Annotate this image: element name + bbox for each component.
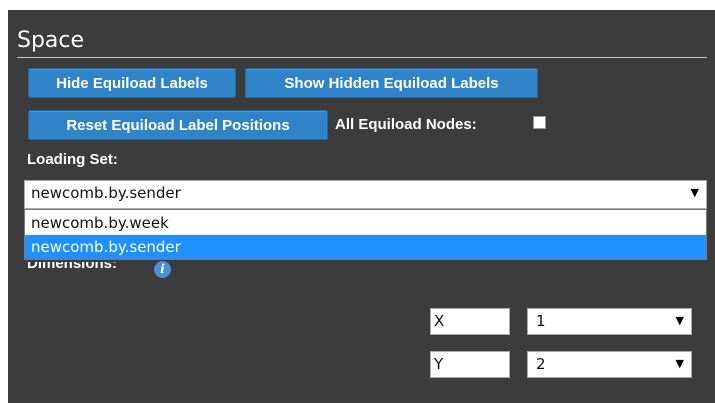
dimension-x-value: 1 [536,312,546,330]
dimension-x-field[interactable]: X [430,308,510,335]
dropdown-option[interactable]: newcomb.by.week [25,211,706,235]
show-hidden-equiload-labels-button[interactable]: Show Hidden Equiload Labels [245,68,538,98]
all-equiload-nodes-label: All Equiload Nodes: [335,116,477,133]
loading-set-label: Loading Set: [27,151,118,168]
dimension-y-axis-text: Y [434,355,444,373]
dimension-y-value: 2 [536,355,546,373]
dimension-x-select[interactable]: 1 ▼ [527,308,692,335]
chevron-down-icon: ▼ [675,314,684,327]
dropdown-option-selected[interactable]: newcomb.by.sender [25,235,706,259]
info-icon[interactable]: i [154,261,171,278]
hide-equiload-labels-button[interactable]: Hide Equiload Labels [28,68,236,98]
loading-set-select[interactable]: newcomb.by.sender ▼ [24,180,707,209]
dimensions-label-text: Dimensions: [27,262,118,272]
title-divider [17,57,707,58]
dimension-y-select[interactable]: 2 ▼ [527,351,692,378]
all-equiload-nodes-checkbox[interactable] [533,116,546,129]
chevron-down-icon: ▼ [675,357,684,370]
dimension-x-axis-text: X [434,312,445,330]
chevron-down-icon: ▼ [690,186,699,199]
loading-set-selected-value: newcomb.by.sender [31,184,181,202]
dimensions-label: Dimensions: [27,262,117,272]
section-title: Space [17,28,85,53]
loading-set-dropdown-list: newcomb.by.week newcomb.by.sender [24,209,707,260]
reset-equiload-label-positions-button[interactable]: Reset Equiload Label Positions [28,110,328,140]
dimension-y-field[interactable]: Y [430,351,510,378]
